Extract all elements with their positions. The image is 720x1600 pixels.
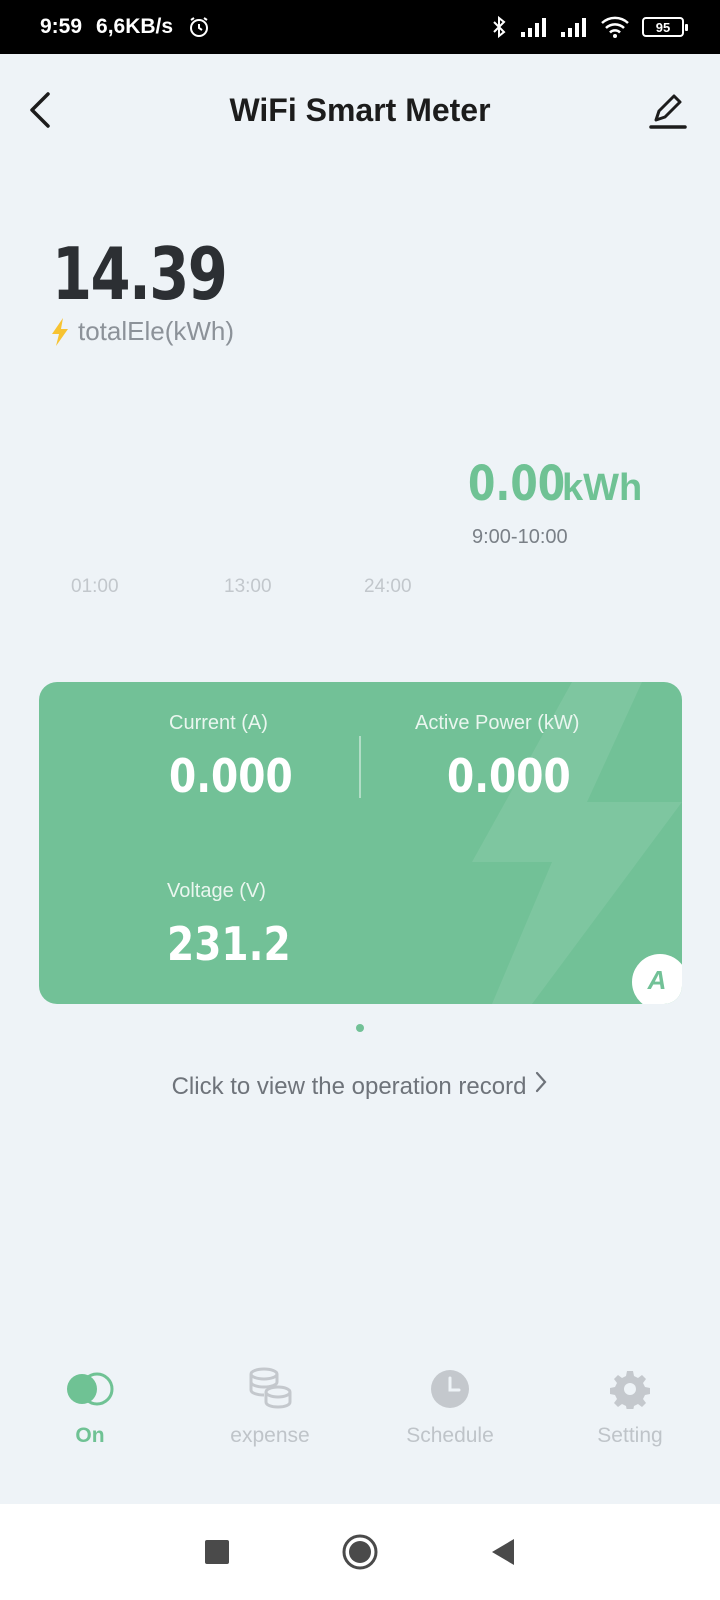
tab-label: expense bbox=[230, 1424, 310, 1447]
status-left: 9:59 6,6KB/s bbox=[40, 15, 211, 39]
metric-value: 0.000 bbox=[169, 749, 293, 803]
hourly-consumption[interactable]: 0.00 kWh bbox=[468, 456, 642, 512]
metric-label: Voltage (V) bbox=[167, 880, 266, 902]
hourly-consumption-unit: kWh bbox=[562, 467, 643, 509]
metric-divider bbox=[359, 736, 361, 798]
recents-icon[interactable] bbox=[203, 1538, 231, 1566]
system-navigation-bar bbox=[0, 1504, 720, 1600]
metric-active-power: Active Power (kW) 0.000 bbox=[415, 712, 593, 803]
wifi-icon bbox=[601, 16, 629, 38]
back-icon[interactable] bbox=[26, 90, 56, 130]
tab-on[interactable]: On bbox=[0, 1366, 180, 1476]
coins-icon bbox=[245, 1366, 295, 1412]
metric-value: 0.000 bbox=[447, 749, 571, 803]
page-title: WiFi Smart Meter bbox=[229, 91, 491, 128]
tab-setting[interactable]: Setting bbox=[540, 1366, 720, 1476]
edit-icon[interactable] bbox=[648, 90, 688, 130]
status-right: 95 bbox=[490, 15, 688, 39]
metric-current: Current (A) 0.000 bbox=[169, 712, 315, 803]
total-energy-label-row: totalEle(kWh) bbox=[50, 316, 234, 347]
app-header: WiFi Smart Meter bbox=[0, 54, 720, 166]
tab-label: Setting bbox=[597, 1424, 663, 1447]
tab-label: On bbox=[75, 1424, 105, 1447]
metric-label: Current (A) bbox=[169, 712, 268, 734]
signal-icon bbox=[561, 18, 586, 37]
chart-tick-label: 13:00 bbox=[224, 576, 272, 597]
operation-record-text: Click to view the operation record bbox=[171, 1073, 527, 1100]
toggle-icon bbox=[65, 1366, 115, 1412]
metric-voltage: Voltage (V) 231.2 bbox=[167, 880, 313, 971]
status-bar: 9:59 6,6KB/s 95 bbox=[0, 0, 720, 54]
clock-icon bbox=[425, 1366, 475, 1412]
signal-icon bbox=[521, 18, 546, 37]
tab-schedule[interactable]: Schedule bbox=[360, 1366, 540, 1476]
chart-tick-label: 01:00 bbox=[71, 576, 119, 597]
tab-expense[interactable]: expense bbox=[180, 1366, 360, 1476]
status-network-speed: 6,6KB/s bbox=[96, 15, 174, 38]
gear-icon bbox=[605, 1366, 655, 1412]
lightning-icon bbox=[52, 317, 68, 346]
total-energy-value: 14.39 bbox=[52, 232, 228, 316]
status-time: 9:59 bbox=[40, 15, 83, 38]
home-icon[interactable] bbox=[341, 1533, 379, 1571]
hourly-time-range: 9:00-10:00 bbox=[472, 526, 568, 548]
bluetooth-icon bbox=[493, 15, 506, 39]
chart-tick-label: 24:00 bbox=[364, 576, 412, 597]
battery-indicator: 95 bbox=[642, 17, 688, 37]
alarm-icon bbox=[190, 17, 209, 37]
mode-badge[interactable]: A bbox=[632, 954, 682, 1004]
metric-label: Active Power (kW) bbox=[415, 712, 580, 734]
operation-record-link[interactable]: Click to view the operation record bbox=[0, 1070, 720, 1101]
back-nav-icon[interactable] bbox=[489, 1537, 517, 1567]
metric-value: 231.2 bbox=[167, 917, 291, 971]
page-indicator bbox=[356, 1024, 364, 1032]
hourly-consumption-value: 0.00 bbox=[468, 456, 566, 512]
metrics-card[interactable]: Current (A) 0.000 Active Power (kW) 0.00… bbox=[39, 682, 682, 1004]
chevron-right-icon bbox=[536, 1071, 547, 1093]
total-energy-label: totalEle(kWh) bbox=[78, 316, 235, 346]
tab-label: Schedule bbox=[406, 1424, 494, 1447]
bottom-tab-bar: On expense Schedule Setting bbox=[0, 1366, 720, 1476]
